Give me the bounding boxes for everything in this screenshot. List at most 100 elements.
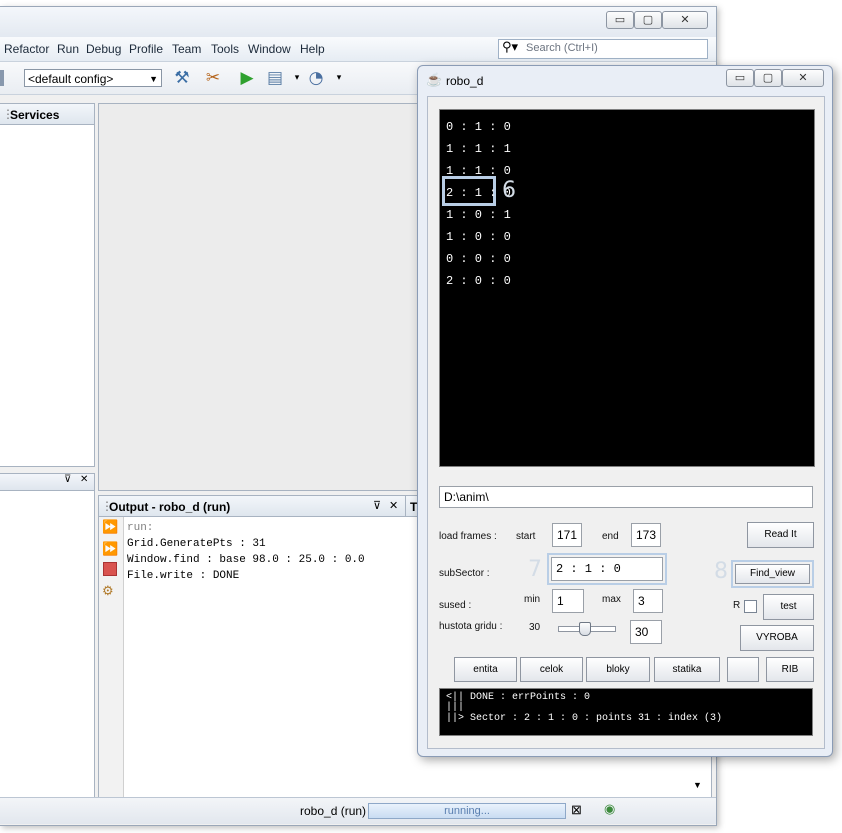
ide-search-box[interactable]: ⚲▾ Search (Ctrl+I) (498, 39, 708, 59)
start-input[interactable]: 171 (552, 523, 582, 547)
statika-button[interactable]: statika (654, 657, 720, 682)
max-input[interactable]: 3 (633, 589, 663, 613)
sector-display: 0 : 1 : 0 1 : 1 : 1 1 : 1 : 0 2 : 1 : 0 … (439, 109, 815, 467)
annotation-7: 7 (528, 557, 542, 582)
output-line: run: (127, 522, 154, 534)
min-label: min (524, 594, 541, 605)
hustota-input[interactable]: 30 (630, 620, 662, 644)
r-checkbox[interactable] (744, 600, 757, 613)
toolbar-edge-icon (0, 70, 4, 86)
sector-line: 0 : 0 : 0 (446, 252, 511, 266)
read-it-button[interactable]: Read It (747, 522, 814, 548)
clean-build-icon[interactable]: ✂ (202, 68, 224, 88)
menu-refactor[interactable]: Refactor (4, 42, 49, 56)
profile-dropdown-icon[interactable]: ▾ (328, 68, 350, 88)
blank-button[interactable] (727, 657, 759, 682)
ide-close-button[interactable]: ✕ (662, 11, 708, 29)
rib-button[interactable]: RIB (766, 657, 814, 682)
celok-button[interactable]: celok (520, 657, 583, 682)
sector-line: 2 : 0 : 0 (446, 274, 511, 288)
build-hammer-icon[interactable]: ⚒ (171, 68, 193, 88)
status-log: <|| DONE : errPoints : 0 ||| ||> Sector … (439, 688, 813, 736)
sused-label: sused : (439, 600, 472, 611)
robo-restore-button[interactable]: ▢ (754, 69, 782, 87)
panel-close-icon[interactable]: ✕ (80, 474, 88, 485)
subsector-label: subSector : (439, 568, 490, 579)
settings-icon[interactable]: ⚙ (102, 583, 114, 599)
config-combo[interactable]: <default config> ▼ (24, 69, 162, 87)
run-icon[interactable]: ▶ (236, 68, 258, 88)
sector-line: 1 : 1 : 1 (446, 142, 511, 156)
sector-line: 1 : 0 : 0 (446, 230, 511, 244)
rerun-different-icon[interactable]: ⏩ (102, 541, 118, 557)
menu-run[interactable]: Run (57, 42, 79, 56)
menu-tools[interactable]: Tools (211, 42, 239, 56)
ide-restore-button[interactable]: ▢ (634, 11, 662, 29)
services-panel: ⋮ Services (0, 103, 95, 467)
log-line: ||| (446, 702, 465, 713)
search-icon: ⚲▾ (502, 40, 519, 55)
rerun-icon[interactable]: ⏩ (102, 519, 118, 535)
path-input[interactable]: D:\anim\ (439, 486, 813, 508)
ide-statusbar: robo_d (run) running... ⊠ ◉ (0, 797, 716, 824)
end-label: end (602, 531, 619, 542)
robo-client: 0 : 1 : 0 1 : 1 : 1 1 : 1 : 0 2 : 1 : 0 … (427, 96, 825, 749)
output-menu-icon[interactable]: ⊽ (373, 499, 381, 512)
slider-readout: 30 (529, 622, 541, 633)
config-value: <default config> (28, 72, 114, 86)
end-input[interactable]: 173 (631, 523, 661, 547)
cancel-task-icon[interactable]: ⊠ (571, 802, 582, 818)
find-view-button[interactable]: Find_view (735, 564, 810, 584)
chevron-down-icon: ▼ (149, 74, 158, 84)
sector-line: 1 : 0 : 1 (446, 208, 511, 222)
java-cup-icon: ☕ (426, 72, 443, 87)
load-frames-label: load frames : (439, 531, 497, 542)
output-close-icon[interactable]: ✕ (389, 499, 398, 512)
robo-minimize-button[interactable]: ▭ (726, 69, 754, 87)
annotation-6: 6 (502, 178, 516, 203)
slider-thumb[interactable] (579, 622, 591, 636)
menu-help[interactable]: Help (300, 42, 325, 56)
entita-button[interactable]: entita (454, 657, 517, 682)
output-line: Grid.GeneratePts : 31 (127, 538, 266, 550)
output-title[interactable]: Output - robo_d (run) (109, 500, 230, 514)
services-header: ⋮ Services (0, 104, 94, 125)
r-label: R (733, 600, 741, 611)
menu-window[interactable]: Window (248, 42, 291, 56)
menu-debug[interactable]: Debug (86, 42, 121, 56)
status-progress-bar: running... (368, 803, 566, 819)
subsector-input[interactable]: 2 : 1 : 0 (551, 557, 663, 581)
hustota-slider[interactable] (558, 622, 616, 636)
test-button[interactable]: test (763, 594, 814, 620)
robo-titlebar: ☕ robo_d ▭ ▢ ✕ (418, 66, 832, 94)
scroll-down-icon[interactable]: ▼ (693, 780, 702, 790)
debug-icon[interactable]: ▤ (264, 68, 286, 88)
menu-team[interactable]: Team (172, 42, 201, 56)
ide-titlebar: ▭ ▢ ✕ (0, 7, 716, 37)
hustota-label: hustota gridu : (439, 621, 503, 632)
stop-icon[interactable] (103, 562, 117, 576)
bloky-button[interactable]: bloky (586, 657, 650, 682)
log-line: <|| DONE : errPoints : 0 (446, 692, 591, 703)
annotation-8: 8 (714, 559, 728, 584)
output-line: File.write : DONE (127, 570, 240, 582)
lower-left-header: ⊽ ✕ (0, 474, 94, 491)
robo-window: ☕ robo_d ▭ ▢ ✕ 0 : 1 : 0 1 : 1 : 1 1 : 1… (417, 65, 833, 757)
vyroba-button[interactable]: VYROBA (740, 625, 814, 651)
status-project: robo_d (run) (300, 804, 367, 818)
sector-line: 0 : 1 : 0 (446, 120, 511, 134)
panel-menu-icon[interactable]: ⊽ (64, 474, 71, 485)
profile-icon[interactable]: ◔ (305, 68, 327, 88)
max-label: max (602, 594, 621, 605)
output-line: Window.find : base 98.0 : 25.0 : 0.0 (127, 554, 365, 566)
menu-profile[interactable]: Profile (129, 42, 163, 56)
min-input[interactable]: 1 (552, 589, 584, 613)
search-placeholder: Search (Ctrl+I) (526, 42, 598, 54)
ide-minimize-button[interactable]: ▭ (606, 11, 634, 29)
notification-icon[interactable]: ◉ (604, 801, 615, 817)
output-gutter: ⏩ ⏩ ⚙ (99, 517, 124, 798)
services-title[interactable]: Services (10, 108, 59, 122)
robo-close-button[interactable]: ✕ (782, 69, 824, 87)
start-label: start (516, 531, 536, 542)
robo-title: robo_d (446, 74, 484, 88)
